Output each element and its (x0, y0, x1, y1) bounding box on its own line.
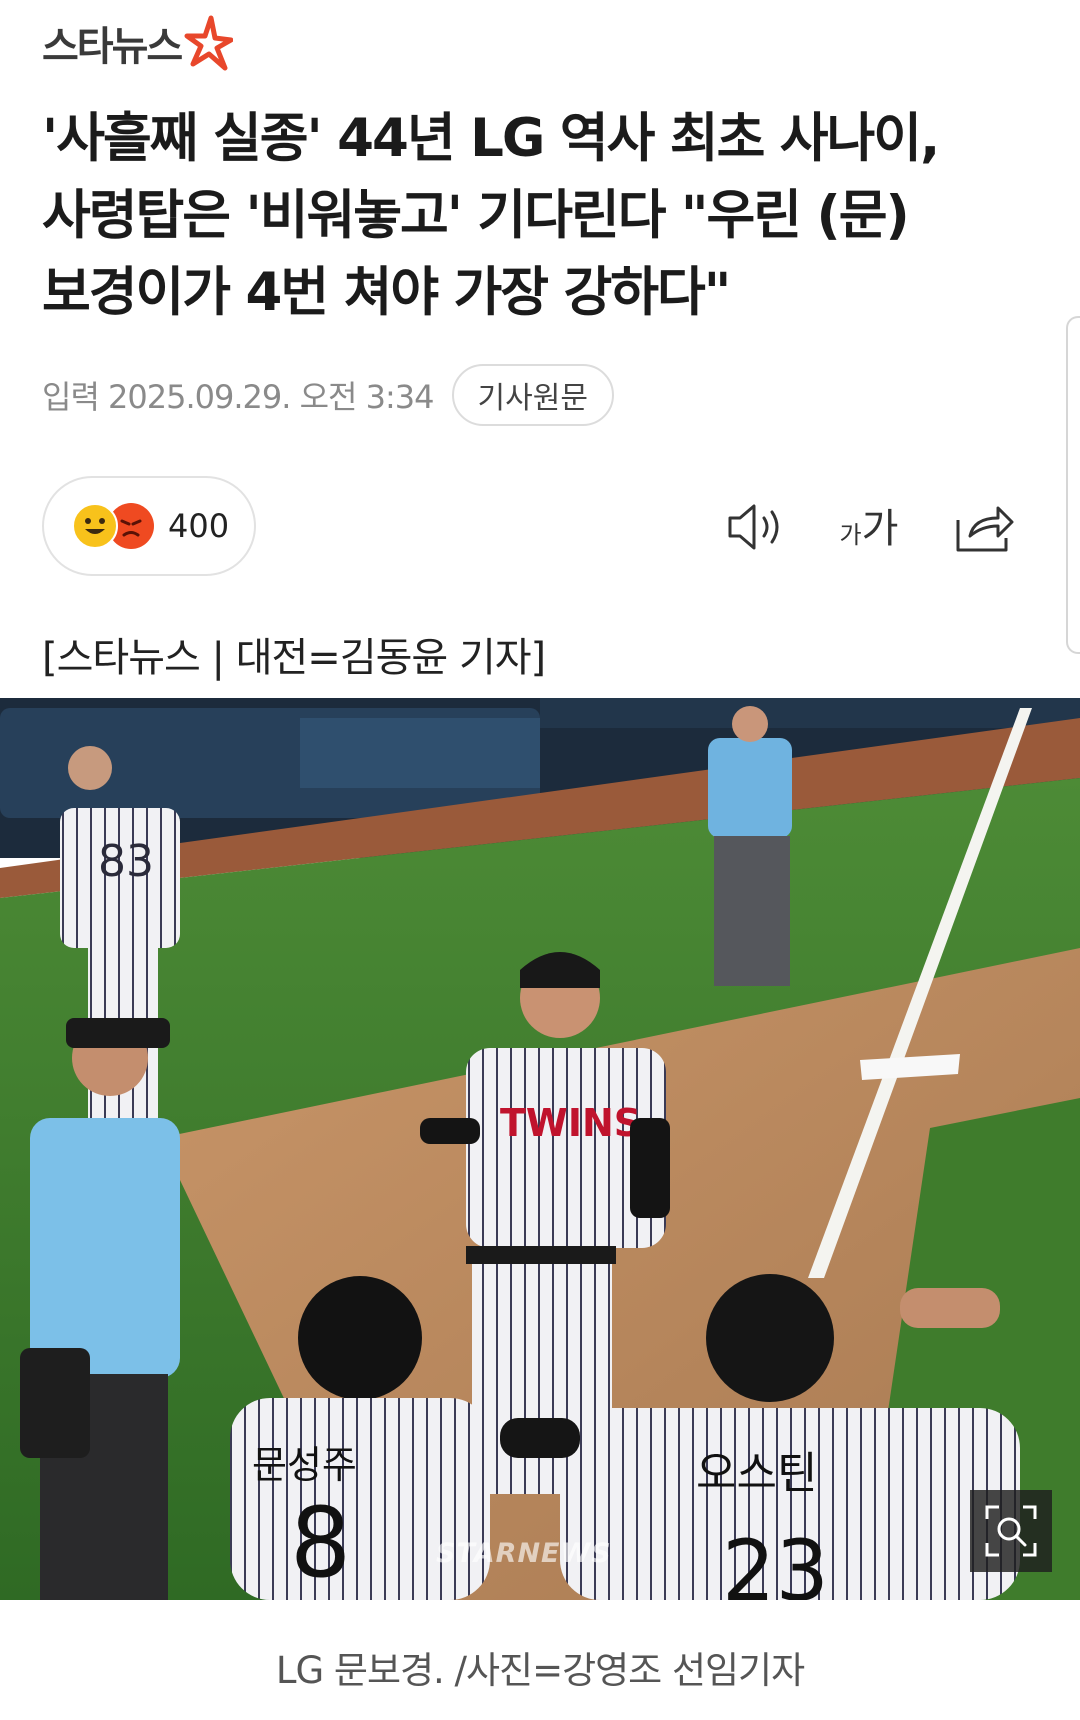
font-size-large-glyph: 가 (861, 506, 899, 552)
article-headline: '사흘째 실종' 44년 LG 역사 최초 사나이, 사령탑은 '비워놓고' 기… (42, 100, 1042, 331)
original-article-button[interactable]: 기사원문 (451, 364, 614, 426)
logo-star-icon (184, 15, 234, 71)
logo-text: 스타뉴스 (42, 24, 183, 70)
headline-line: 사령탑은 '비워놓고' 기다린다 "우린 (문) (42, 185, 910, 246)
published-date: 입력 2025.09.29. 오전 3:34 (42, 378, 435, 416)
headline-line: 보경이가 4번 쳐야 가장 강하다" (42, 262, 731, 323)
side-panel-handle[interactable] (1066, 316, 1080, 654)
article-meta: 입력 2025.09.29. 오전 3:34 기사원문 (42, 362, 614, 428)
zoom-button[interactable] (970, 1490, 1052, 1572)
photo-watermark: STARNEWS (436, 1538, 612, 1569)
player-name-right: 오스틴 (696, 1448, 817, 1499)
jersey-number-23: 23 (722, 1522, 829, 1600)
player-name-left: 문성주 (252, 1443, 357, 1487)
byline: [스타뉴스 | 대전=김동윤 기자] (42, 635, 546, 681)
jersey-text: TWINS (500, 1101, 641, 1145)
reaction-count: 400 (168, 507, 230, 545)
article-photo[interactable]: 83 TWINS 8 문성주 오스틴 23 (0, 698, 1080, 1600)
photo-caption: LG 문보경. /사진=강영조 선임기자 (275, 1649, 805, 1692)
share-icon[interactable] (950, 496, 1020, 558)
site-logo[interactable]: 스타뉴스 (42, 12, 234, 74)
zoom-icon (985, 1505, 1037, 1557)
jersey-number-83: 83 (98, 836, 154, 887)
headline-line: '사흘째 실종' 44년 LG 역사 최초 사나이, (42, 108, 940, 169)
font-size-small-glyph: 가 (839, 521, 862, 549)
speaker-icon[interactable] (724, 496, 794, 558)
reaction-button[interactable]: 400 (42, 476, 256, 576)
jersey-number-8: 8 (290, 1487, 351, 1599)
font-size-icon[interactable]: 가 가 (834, 496, 904, 558)
happy-emoji-icon (72, 503, 118, 549)
